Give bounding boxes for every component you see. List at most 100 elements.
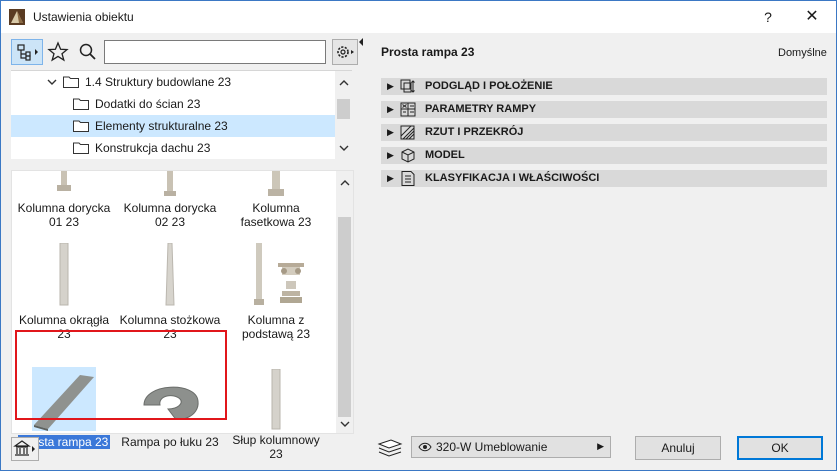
panel-plan-section[interactable]: ▶ RZUT I PRZEKRÓJ [381, 124, 827, 141]
cube-icon [401, 148, 415, 163]
item-caption-line1: Kolumna dorycka [17, 201, 111, 215]
chevron-down-icon[interactable] [339, 145, 349, 152]
tree-item-konstrukcja[interactable]: Konstrukcja dachu 23 [11, 137, 335, 159]
hierarchy-icon [17, 44, 38, 61]
column-thumbnail [254, 243, 304, 305]
search-icon [79, 43, 96, 60]
layer-dropdown[interactable]: 320-W Umeblowanie ▶ [411, 436, 611, 458]
tree-item-elementy[interactable]: Elementy strukturalne 23 [11, 115, 335, 137]
expand-arrow-icon: ▶ [387, 150, 394, 160]
panel-ramp-parameters[interactable]: ▶ PARAMETRY RAMPY [381, 101, 827, 118]
preview-position-icon [400, 79, 415, 93]
library-item-kolumna-dorycka-01[interactable]: Kolumna dorycka 01 23 [12, 171, 116, 235]
item-caption-line1: Kolumna okrągła [18, 313, 110, 327]
dialog-footer: 320-W Umeblowanie ▶ Anuluj OK [367, 428, 836, 470]
layer-name: 320-W Umeblowanie [436, 440, 548, 454]
panel-label: MODEL [425, 149, 465, 161]
ok-button[interactable]: OK [737, 436, 823, 460]
column-thumbnail [164, 171, 176, 196]
plan-section-icon [400, 125, 415, 140]
cancel-button[interactable]: Anuluj [635, 436, 721, 460]
panel-model[interactable]: ▶ MODEL [381, 147, 827, 164]
item-caption-line2: 23 [163, 327, 177, 341]
item-caption-line2: 02 23 [154, 215, 186, 229]
browser-toolbar [11, 39, 358, 65]
straight-ramp-thumbnail [34, 375, 94, 431]
item-caption-line2: 23 [57, 327, 71, 341]
expand-arrow-icon: ▶ [387, 81, 394, 91]
grid-scrollbar[interactable] [336, 171, 353, 433]
column-thumbnail [268, 171, 284, 196]
help-button[interactable]: ? [746, 1, 790, 33]
library-item-kolumna-okragla[interactable]: Kolumna okrągła 23 [12, 241, 116, 361]
dropdown-arrow-icon: ▶ [597, 441, 604, 451]
collapse-left-icon[interactable] [358, 37, 364, 47]
column-thumbnail [271, 369, 281, 430]
star-icon [47, 41, 69, 62]
column-thumbnail [59, 243, 69, 306]
tree-scrollbar[interactable] [335, 71, 352, 159]
library-item-rampa-po-luku[interactable]: Rampa po łuku 23 [118, 367, 222, 449]
panel-label: PODGLĄD I POŁOŻENIE [425, 80, 553, 92]
folder-icon [73, 120, 89, 132]
panel-classification-properties[interactable]: ▶ KLASYFIKACJA I WŁAŚCIWOŚCI [381, 170, 827, 187]
expand-arrow-icon: ▶ [387, 104, 394, 114]
item-caption-line2: 23 [269, 447, 283, 461]
search-button[interactable] [75, 39, 101, 65]
search-input[interactable] [104, 40, 326, 64]
title-bar: Ustawienia obiektu ? ✕ [1, 1, 836, 33]
grid-scroll-thumb[interactable] [338, 217, 351, 417]
item-caption-line2: 01 23 [48, 215, 80, 229]
column-thumbnail [57, 171, 71, 191]
library-item-slup-kolumnowy[interactable]: Słup kolumnowy 23 [224, 367, 328, 461]
library-building-icon [11, 437, 39, 461]
library-item-kolumna-z-podstawa[interactable]: Kolumna z podstawą 23 [224, 241, 328, 361]
folder-icon [63, 76, 79, 88]
expand-arrow-icon: ▶ [387, 173, 394, 183]
folder-icon [73, 98, 89, 110]
folder-view-button[interactable] [11, 39, 43, 65]
chevron-down-icon[interactable] [340, 421, 350, 428]
item-caption-line1: Rampa po łuku 23 [121, 435, 219, 449]
panel-label: PARAMETRY RAMPY [425, 103, 537, 115]
object-title: Prosta rampa 23 [381, 45, 475, 59]
archicad-app-icon [9, 9, 25, 25]
panel-preview-position[interactable]: ▶ PODGLĄD I POŁOŻENIE [381, 78, 827, 95]
tree-item-struktury[interactable]: 1.4 Struktury budowlane 23 [11, 71, 335, 93]
library-item-kolumna-fasetkowa[interactable]: Kolumna fasetkowa 23 [224, 171, 328, 235]
tree-item-label: 1.4 Struktury budowlane 23 [85, 75, 232, 89]
item-caption-line2: podstawą 23 [241, 327, 311, 341]
chevron-up-icon[interactable] [340, 179, 350, 186]
item-caption-line2: fasetkowa 23 [240, 215, 312, 229]
library-item-prosta-rampa[interactable]: Prosta rampa 23 [12, 367, 116, 449]
tree-item-label: Elementy strukturalne 23 [95, 119, 228, 133]
parameters-icon [400, 102, 416, 117]
default-settings-label[interactable]: Domyślne [778, 47, 827, 59]
folder-icon [73, 142, 89, 154]
document-list-icon [401, 171, 415, 186]
layers-icon [377, 439, 403, 457]
chevron-down-icon[interactable] [47, 79, 57, 86]
item-caption-line1: Kolumna stożkowa [119, 313, 221, 327]
item-caption-line1: Kolumna [252, 201, 300, 215]
object-thumbnail-grid: Kolumna dorycka 01 23 Kolumna dorycka 02… [11, 170, 354, 461]
column-thumbnail [165, 243, 175, 306]
close-button[interactable]: ✕ [790, 1, 834, 33]
panel-label: KLASYFIKACJA I WŁAŚCIWOŚCI [425, 172, 600, 184]
library-item-kolumna-stozkowa[interactable]: Kolumna stożkowa 23 [118, 241, 222, 361]
library-item-kolumna-dorycka-02[interactable]: Kolumna dorycka 02 23 [118, 171, 222, 235]
tree-item-label: Konstrukcja dachu 23 [95, 141, 211, 155]
expand-arrow-icon: ▶ [387, 127, 394, 137]
tree-item-dodatki[interactable]: Dodatki do ścian 23 [11, 93, 335, 115]
favorites-button[interactable] [45, 39, 71, 65]
panel-splitter[interactable] [355, 33, 367, 470]
library-manager-button[interactable] [11, 437, 39, 461]
chevron-up-icon[interactable] [339, 79, 349, 86]
tree-scroll-thumb[interactable] [337, 99, 350, 119]
item-caption-line1: Kolumna dorycka [123, 201, 217, 215]
panel-label: RZUT I PRZEKRÓJ [425, 126, 524, 138]
eye-icon [418, 442, 432, 452]
object-settings-window: Ustawienia obiektu ? ✕ 1.4 Struktury bud… [0, 0, 837, 471]
folder-tree: 1.4 Struktury budowlane 23 Dodatki do śc… [11, 70, 352, 159]
item-caption-line1: Słup kolumnowy [232, 433, 320, 447]
